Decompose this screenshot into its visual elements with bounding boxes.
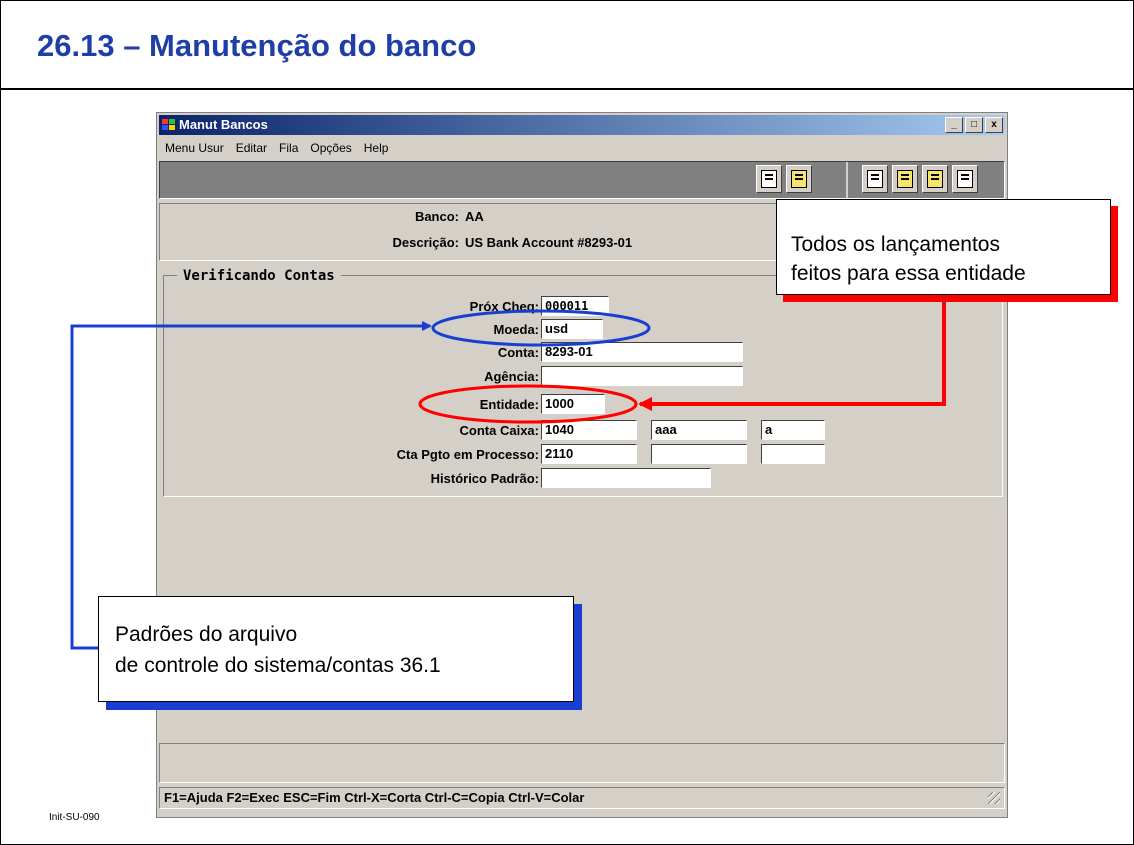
group-title: Verificando Contas <box>177 268 341 284</box>
export-icon[interactable] <box>922 165 948 193</box>
help-icon[interactable] <box>892 165 918 193</box>
conta-field[interactable]: 8293-01 <box>541 342 743 362</box>
prox-cheq-field[interactable]: 000011 <box>541 296 609 316</box>
callout-red-line-1: Todos os lançamentos <box>791 233 1000 256</box>
callout-blue-line-1: Padrões do arquivo <box>115 623 298 646</box>
help-query-icon[interactable] <box>862 165 888 193</box>
window-controls: _ □ x <box>945 117 1003 133</box>
edit-icon[interactable] <box>952 165 978 193</box>
cta-pgto-field-3[interactable] <box>761 444 825 464</box>
conta-caixa-label: Conta Caixa: <box>459 423 539 438</box>
cta-pgto-label: Cta Pgto em Processo: <box>396 447 539 462</box>
callout-defaults-note: Padrões do arquivo de controle do sistem… <box>98 596 574 702</box>
status-text: F1=Ajuda F2=Exec ESC=Fim Ctrl-X=Corta Ct… <box>164 790 585 805</box>
toolbar-separator <box>846 162 848 198</box>
resize-grip-icon[interactable] <box>988 792 1000 804</box>
callout-entidade-note: Todos os lançamentos feitos para essa en… <box>776 199 1111 295</box>
toolbar <box>159 161 1005 199</box>
historico-field[interactable] <box>541 468 711 488</box>
agencia-label: Agência: <box>484 369 539 384</box>
descricao-label: Descrição: <box>392 235 459 250</box>
page-title: 26.13 – Manutenção do banco <box>37 28 477 63</box>
copy-glyph <box>761 170 777 188</box>
conta-caixa-field-1[interactable]: 1040 <box>541 420 637 440</box>
descricao-value: US Bank Account #8293-01 <box>465 235 633 250</box>
menu-menu-usur[interactable]: Menu Usur <box>159 139 230 157</box>
window-titlebar[interactable]: Manut Bancos _ □ x <box>159 115 1005 135</box>
menu-fila[interactable]: Fila <box>273 139 304 157</box>
paste-icon[interactable] <box>786 165 812 193</box>
slide-footer-id: Init-SU-090 <box>49 812 100 823</box>
minimize-button[interactable]: _ <box>945 117 963 133</box>
entidade-field[interactable]: 1000 <box>541 394 605 414</box>
menu-help[interactable]: Help <box>358 139 395 157</box>
conta-caixa-field-2[interactable]: aaa <box>651 420 747 440</box>
cta-pgto-field-2[interactable] <box>651 444 747 464</box>
agencia-field[interactable] <box>541 366 743 386</box>
cta-pgto-field-1[interactable]: 2110 <box>541 444 637 464</box>
entidade-label: Entidade: <box>479 397 539 412</box>
help-query-glyph <box>867 170 883 188</box>
close-button[interactable]: x <box>985 117 1003 133</box>
conta-caixa-field-3[interactable]: a <box>761 420 825 440</box>
copy-icon[interactable] <box>756 165 782 193</box>
historico-label: Histórico Padrão: <box>430 471 539 486</box>
moeda-field[interactable]: usd <box>541 319 603 339</box>
status-bar: F1=Ajuda F2=Exec ESC=Fim Ctrl-X=Corta Ct… <box>159 787 1005 809</box>
menu-editar[interactable]: Editar <box>230 139 273 157</box>
title-divider <box>0 88 1134 90</box>
banco-value: AA <box>465 209 484 224</box>
app-icon <box>162 119 176 131</box>
conta-label: Conta: <box>497 345 539 360</box>
window-title: Manut Bancos <box>179 117 268 132</box>
menu-opcoes[interactable]: Opções <box>304 139 357 157</box>
export-glyph <box>927 170 943 188</box>
paste-glyph <box>791 170 807 188</box>
callout-blue-line-2: de controle do sistema/contas 36.1 <box>115 654 441 677</box>
moeda-label: Moeda: <box>493 322 540 337</box>
menubar: Menu Usur Editar Fila Opções Help <box>159 139 394 157</box>
help-glyph <box>897 170 913 188</box>
prox-cheq-label: Próx Cheq: <box>469 299 539 314</box>
message-area <box>159 743 1005 783</box>
edit-glyph <box>957 170 973 188</box>
banco-label: Banco: <box>414 209 459 224</box>
callout-red-line-2: feitos para essa entidade <box>791 262 1026 285</box>
maximize-button[interactable]: □ <box>965 117 983 133</box>
